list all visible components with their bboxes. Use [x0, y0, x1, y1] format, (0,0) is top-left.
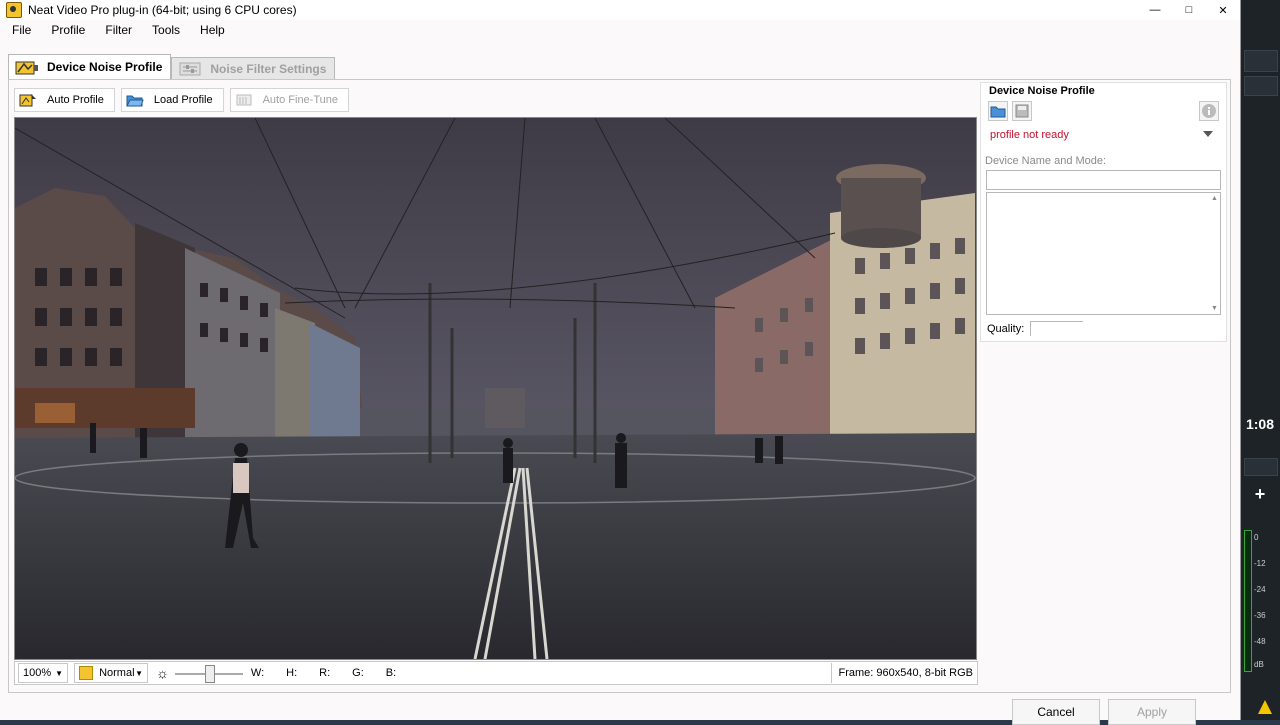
scrollbar[interactable]: ▲ ▼: [1210, 193, 1220, 314]
yellow-swatch-icon: [79, 666, 94, 680]
chevron-down-icon: [1203, 131, 1213, 137]
folder-open-icon: [990, 106, 1006, 118]
red-label: R:: [319, 667, 331, 679]
app-icon: [6, 2, 22, 18]
save-profile-button[interactable]: [1012, 101, 1032, 121]
view-mode-dropdown[interactable]: Normal ▼: [74, 663, 149, 683]
host-add-icon[interactable]: +: [1240, 484, 1280, 505]
tab-noise-filter-settings[interactable]: Noise Filter Settings: [171, 57, 336, 79]
host-panel-block: [1244, 458, 1278, 476]
brightness-slider[interactable]: [174, 664, 243, 683]
cancel-button[interactable]: Cancel: [1012, 699, 1100, 725]
minimize-icon[interactable]: —: [1138, 0, 1172, 20]
button-label: Auto Fine-Tune: [262, 94, 339, 106]
scroll-down-icon[interactable]: ▼: [1211, 305, 1218, 312]
sliders-icon: [179, 62, 201, 75]
title-bar[interactable]: Neat Video Pro plug-in (64-bit; using 6 …: [0, 0, 1240, 20]
meter-scale-label: -48: [1254, 637, 1266, 646]
load-profile-button[interactable]: Load Profile: [120, 88, 224, 112]
button-label: Load Profile: [153, 94, 213, 106]
chevron-down-icon: ▼: [135, 668, 144, 678]
brightness-icon: ☼: [156, 665, 169, 681]
width-label: W:: [250, 667, 265, 679]
device-name-field[interactable]: [986, 170, 1221, 190]
profile-notes-area[interactable]: ▲ ▼: [986, 192, 1221, 315]
maximize-icon[interactable]: □: [1172, 0, 1206, 20]
quality-indicator: [1030, 321, 1083, 336]
host-audio-meter: [1244, 530, 1252, 672]
close-icon[interactable]: ✕: [1206, 0, 1240, 20]
auto-profile-icon: [19, 94, 36, 107]
height-label: H:: [286, 667, 298, 679]
menu-filter[interactable]: Filter: [105, 23, 132, 37]
profile-status: profile not ready: [990, 129, 1069, 141]
meter-scale-label: dB: [1254, 660, 1264, 669]
plugin-window: Neat Video Pro plug-in (64-bit; using 6 …: [0, 0, 1241, 725]
menu-profile[interactable]: Profile: [51, 23, 85, 37]
window-title: Neat Video Pro plug-in (64-bit; using 6 …: [28, 3, 297, 17]
folder-open-icon: [126, 95, 144, 107]
side-panel-title: Device Noise Profile: [989, 85, 1095, 97]
blue-label: B:: [385, 667, 397, 679]
auto-profile-button[interactable]: Auto Profile: [14, 88, 115, 112]
chevron-down-icon: ▼: [55, 668, 64, 678]
zoom-dropdown[interactable]: 100% ▼: [18, 663, 69, 683]
fine-tune-icon: [236, 94, 252, 106]
mode-value: Normal: [99, 667, 135, 679]
meter-scale-label: -36: [1254, 611, 1266, 620]
tab-bar: Device Noise Profile Noise Filter Settin…: [8, 54, 336, 79]
scroll-up-icon[interactable]: ▲: [1211, 195, 1218, 202]
meter-scale-label: 0: [1254, 533, 1259, 542]
meter-scale-label: -24: [1254, 585, 1266, 594]
profile-side-panel: Device Noise Profile profile not ready D…: [980, 82, 1227, 342]
host-panel-block: [1244, 50, 1278, 72]
menu-file[interactable]: File: [12, 23, 31, 37]
green-label: G:: [352, 667, 364, 679]
profile-status-dropdown[interactable]: profile not ready: [986, 125, 1221, 145]
open-profile-button[interactable]: [988, 101, 1008, 121]
device-name-label: Device Name and Mode:: [985, 155, 1107, 167]
profile-toolbar: Auto Profile Load Profile Auto Fine-Tune: [14, 88, 350, 112]
menu-help[interactable]: Help: [200, 23, 225, 37]
info-button[interactable]: [1199, 101, 1219, 121]
menu-tools[interactable]: Tools: [152, 23, 180, 37]
meter-scale-label: -12: [1254, 559, 1266, 568]
apply-button[interactable]: Apply: [1108, 699, 1196, 725]
frame-info: Frame: 960x540, 8-bit RGB: [831, 663, 977, 683]
menu-bar: File Profile Filter Tools Help: [0, 21, 1240, 39]
city-square-image: [15, 118, 976, 659]
host-timecode: 1:08: [1245, 416, 1275, 432]
preview-status-bar: 100% ▼ Normal ▼ ☼ W: H: R: G: B: Frame: …: [14, 661, 978, 685]
slider-thumb[interactable]: [204, 665, 215, 683]
zoom-value: 100%: [23, 667, 52, 679]
tab-label: Device Noise Profile: [47, 60, 163, 74]
quality-label: Quality:: [987, 323, 1025, 335]
auto-fine-tune-button[interactable]: Auto Fine-Tune: [229, 88, 350, 112]
video-preview[interactable]: [14, 117, 977, 660]
save-icon: [1015, 104, 1029, 118]
info-icon: [1202, 104, 1216, 118]
host-panel-block: [1244, 76, 1278, 96]
tab-device-noise-profile[interactable]: Device Noise Profile: [8, 54, 172, 79]
button-label: Auto Profile: [47, 94, 104, 106]
tab-label: Noise Filter Settings: [210, 61, 327, 76]
camera-profile-icon: [15, 61, 38, 75]
